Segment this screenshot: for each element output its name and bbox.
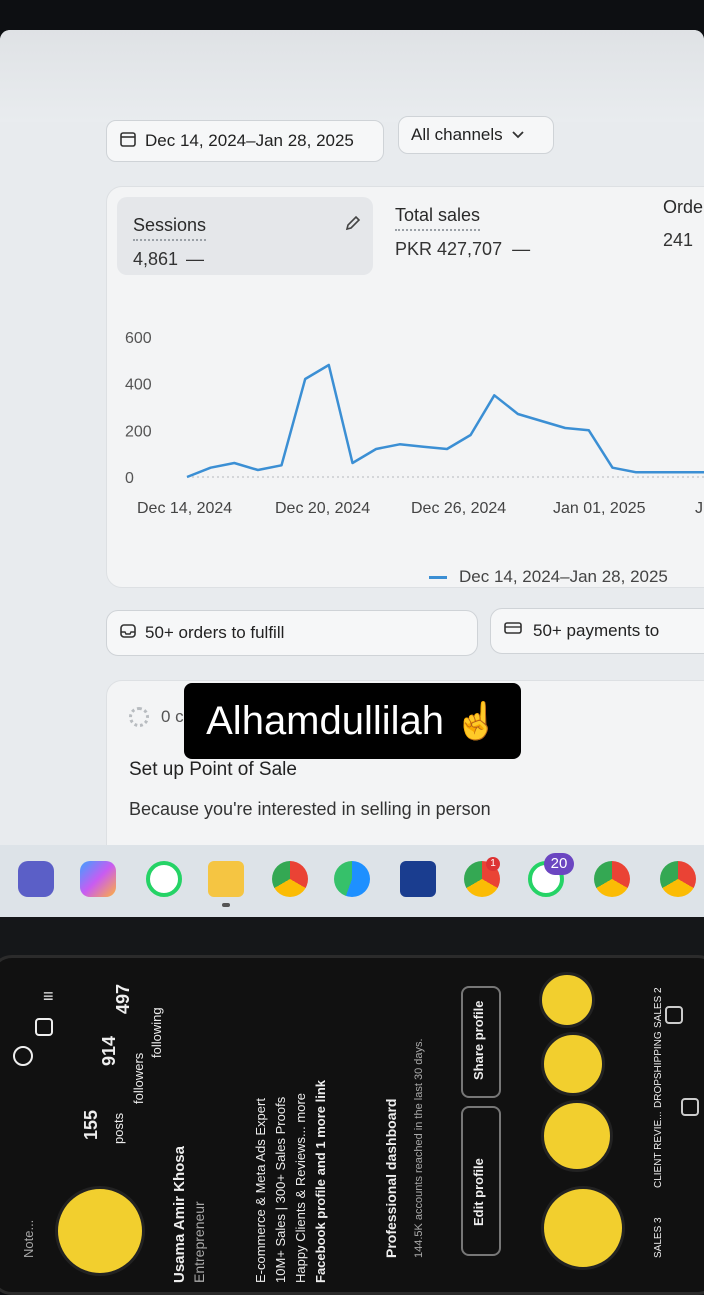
- setup-progress-label: 0 c: [161, 707, 184, 726]
- progress-ring-icon: [129, 707, 149, 727]
- dashboard-subtitle: 144.5K accounts reached in the last 30 d…: [413, 1038, 425, 1258]
- metric-sessions[interactable]: Sessions 4,861 —: [117, 197, 373, 275]
- professional-dashboard[interactable]: Professional dashboard: [383, 1099, 399, 1258]
- date-range-picker[interactable]: Dec 14, 2024–Jan 28, 2025: [106, 120, 384, 162]
- file-explorer-icon[interactable]: [208, 861, 244, 897]
- chrome-profile-2-icon[interactable]: [594, 861, 630, 897]
- profile-role: Entrepreneur: [191, 1201, 207, 1283]
- payment-icon: [503, 621, 525, 642]
- metric-orders-label: Orde: [663, 197, 704, 217]
- metric-total-sales[interactable]: Total sales PKR 427,707 —: [395, 205, 530, 260]
- calendar-icon: [119, 130, 137, 153]
- chrome-badge: 1: [486, 857, 500, 871]
- metric-total-sales-value: PKR 427,707: [395, 239, 503, 259]
- orders-to-fulfill[interactable]: 50+ orders to fulfill: [106, 610, 478, 656]
- edge-icon[interactable]: [334, 861, 370, 897]
- y-tick-label: 200: [125, 423, 152, 440]
- stat-following-value: 497: [113, 983, 133, 1014]
- stat-posts-label: posts: [111, 1112, 126, 1144]
- metric-total-sales-label: Total sales: [395, 205, 481, 231]
- bio-link[interactable]: Facebook profile and 1 more link: [313, 1080, 328, 1283]
- y-tick-label: 600: [125, 330, 152, 347]
- bio-line-2: 10M+ Sales | 300+ Sales Proofs: [273, 1096, 288, 1283]
- caption-text: Alhamdullilah: [206, 698, 445, 743]
- highlight-label-sales-3: SALES 3: [653, 1217, 664, 1258]
- x-tick-label: Dec 14, 2024: [137, 500, 232, 517]
- highlight-dropshipping[interactable]: [541, 1032, 605, 1096]
- highlight-label-dropshipping: DROPSHIPPING: [653, 1031, 664, 1108]
- edit-profile-label: Edit profile: [471, 1158, 486, 1226]
- share-profile-label: Share profile: [471, 1000, 486, 1080]
- stat-followers-label: followers: [131, 1052, 146, 1104]
- active-indicator: [222, 903, 230, 907]
- setup-progress: 0 c: [129, 707, 184, 727]
- stat-followers-value: 914: [99, 1035, 119, 1066]
- metric-orders-value: 241: [663, 230, 694, 250]
- add-icon[interactable]: [35, 1018, 53, 1036]
- chart-legend: Dec 14, 2024–Jan 28, 2025: [429, 567, 668, 587]
- channels-dropdown[interactable]: All channels: [398, 116, 554, 154]
- analytics-card: Sessions 4,861 — Total sales PKR 427,707…: [106, 186, 704, 588]
- chrome-profile-3-icon[interactable]: [660, 861, 696, 897]
- chevron-down-icon: [511, 125, 525, 145]
- date-range-label: Dec 14, 2024–Jan 28, 2025: [145, 131, 354, 150]
- story-caption: Alhamdullilah ☝: [184, 683, 521, 759]
- legend-label: Dec 14, 2024–Jan 28, 2025: [459, 567, 668, 586]
- metric-orders[interactable]: Orde 241: [663, 197, 703, 251]
- legend-swatch: [429, 575, 447, 579]
- tag-icon[interactable]: [665, 1006, 683, 1024]
- y-tick-label: 400: [125, 377, 152, 394]
- y-tick-label: 0: [125, 470, 134, 487]
- x-tick-label: Dec 20, 2024: [275, 500, 370, 517]
- copilot-icon[interactable]: [80, 861, 116, 897]
- profile-note[interactable]: Note...: [21, 1220, 36, 1258]
- highlight-sales-2[interactable]: [539, 972, 595, 1028]
- store-icon[interactable]: [400, 861, 436, 897]
- phone-screen: Note... Usama Amir Khosa Entrepreneur E-…: [0, 955, 704, 1295]
- setup-title: Set up Point of Sale: [129, 759, 297, 780]
- reels-icon[interactable]: [681, 1098, 699, 1116]
- stat-posts-value: 155: [81, 1109, 101, 1140]
- pencil-icon[interactable]: [343, 213, 363, 238]
- x-tick-label: Dec 26, 2024: [411, 500, 506, 517]
- whatsapp-badge: 20: [544, 853, 574, 875]
- orders-to-fulfill-label: 50+ orders to fulfill: [145, 623, 285, 642]
- chrome-icon[interactable]: [272, 861, 308, 897]
- windows-taskbar: 1 20: [0, 845, 704, 917]
- channels-label: All channels: [411, 125, 503, 144]
- monitor-screen: Dec 14, 2024–Jan 28, 2025 All channels S…: [0, 30, 704, 920]
- menu-icon[interactable]: ≡: [43, 986, 54, 1007]
- metric-sessions-value: 4,861: [133, 249, 179, 269]
- highlight-label-sales-2: SALES 2: [653, 987, 664, 1028]
- whatsapp-icon[interactable]: [146, 861, 182, 897]
- teams-icon[interactable]: [18, 861, 54, 897]
- bio-line-1: E-commerce & Meta Ads Expert: [253, 1098, 268, 1283]
- highlight-client-reviews[interactable]: [541, 1100, 613, 1172]
- setup-subtitle: Because you're interested in selling in …: [129, 799, 491, 819]
- metric-sessions-label: Sessions: [133, 215, 207, 241]
- series-line: [186, 363, 704, 479]
- x-tick-label: J: [695, 500, 703, 517]
- pointing-up-icon: ☝: [454, 700, 499, 741]
- payments-label: 50+ payments to: [533, 621, 660, 640]
- profile-name: Usama Amir Khosa: [171, 1146, 188, 1283]
- threads-icon[interactable]: [13, 1046, 33, 1066]
- metric-total-sales-trend: —: [512, 239, 531, 259]
- highlight-sales-3[interactable]: [541, 1186, 625, 1270]
- bio-line-3: Happy Clients & Reviews... more: [293, 1092, 308, 1283]
- stat-following-label: following: [149, 1007, 164, 1058]
- highlight-label-client-reviews: CLIENT REVIE...: [653, 1111, 664, 1188]
- avatar[interactable]: [55, 1186, 145, 1276]
- payments-to-capture[interactable]: 50+ payments to: [490, 608, 704, 654]
- browser-chrome: [0, 30, 704, 122]
- metric-sessions-trend: —: [186, 249, 205, 269]
- inbox-icon: [119, 622, 137, 645]
- x-tick-label: Jan 01, 2025: [553, 500, 646, 517]
